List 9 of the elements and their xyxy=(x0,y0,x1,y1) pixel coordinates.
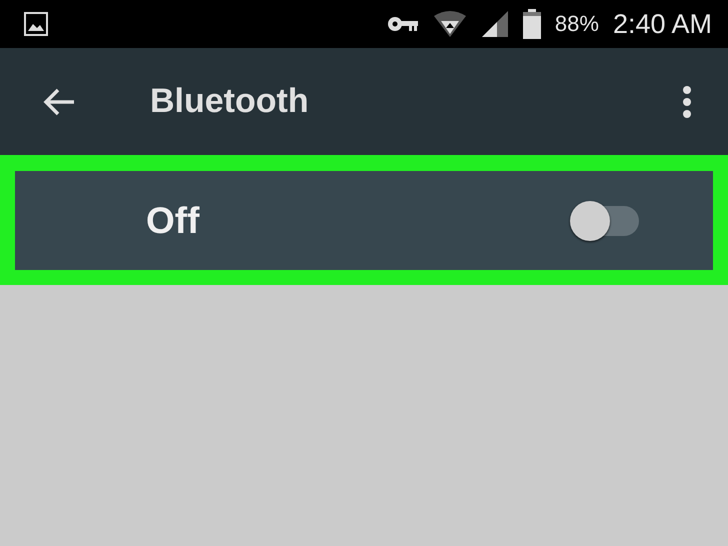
wifi-icon xyxy=(432,10,467,38)
clock-time: 2:40 AM xyxy=(612,8,712,40)
signal-icon xyxy=(480,10,509,38)
key-icon xyxy=(386,15,419,33)
battery-icon xyxy=(522,9,541,39)
screen-title: Bluetooth xyxy=(150,82,310,121)
image-icon xyxy=(24,12,48,36)
bluetooth-status-label: Off xyxy=(146,200,200,242)
battery-percentage: 88% xyxy=(554,11,599,37)
